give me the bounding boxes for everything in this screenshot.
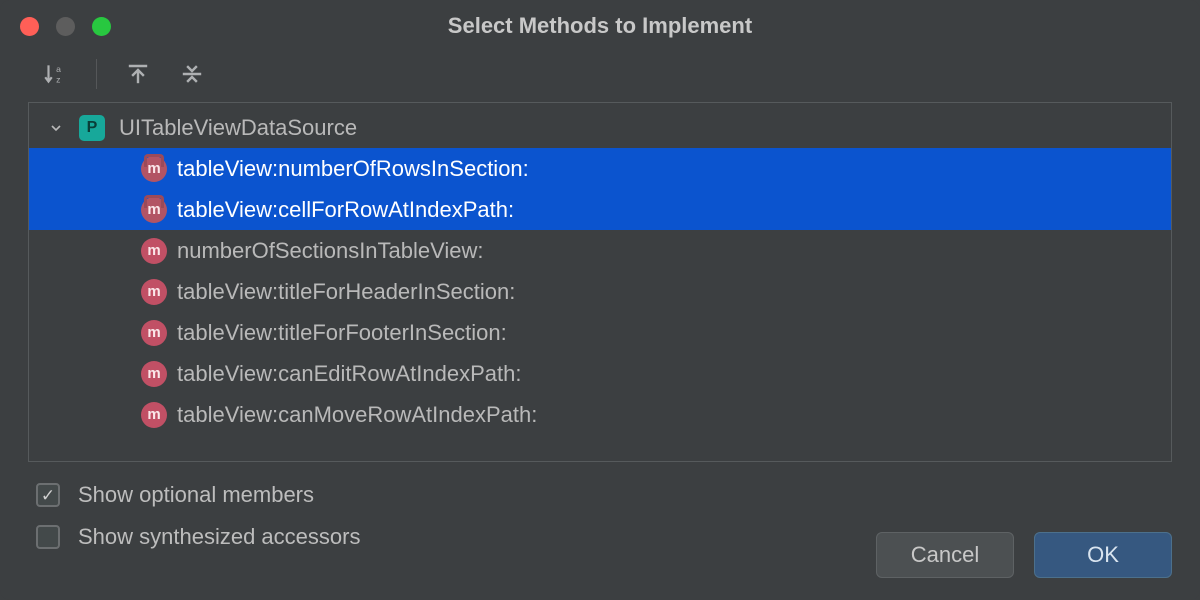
method-label: tableView:canMoveRowAtIndexPath: bbox=[177, 402, 537, 428]
protocol-badge-icon: P bbox=[79, 115, 105, 141]
method-badge-icon: m bbox=[141, 402, 167, 428]
collapse-all-icon[interactable] bbox=[179, 61, 205, 87]
toolbar-separator bbox=[96, 59, 97, 89]
minimize-window-icon bbox=[56, 17, 75, 36]
show-optional-checkbox-row[interactable]: Show optional members bbox=[36, 482, 1172, 508]
method-label: numberOfSectionsInTableView: bbox=[177, 238, 484, 264]
method-label: tableView:canEditRowAtIndexPath: bbox=[177, 361, 521, 387]
method-label: tableView:titleForFooterInSection: bbox=[177, 320, 507, 346]
method-list[interactable]: P UITableViewDataSource m tableView:numb… bbox=[28, 102, 1172, 462]
traffic-lights bbox=[0, 17, 111, 36]
method-badge-icon: m bbox=[141, 238, 167, 264]
titlebar: Select Methods to Implement bbox=[0, 0, 1200, 52]
dialog-title: Select Methods to Implement bbox=[0, 13, 1200, 39]
method-badge-icon: m bbox=[141, 197, 167, 223]
method-row[interactable]: m tableView:titleForFooterInSection: bbox=[29, 312, 1171, 353]
method-badge-icon: m bbox=[141, 320, 167, 346]
expand-all-icon[interactable] bbox=[125, 61, 151, 87]
dialog-footer: Show optional members Show synthesized a… bbox=[0, 462, 1200, 600]
method-row[interactable]: m tableView:canMoveRowAtIndexPath: bbox=[29, 394, 1171, 435]
dialog-window: Select Methods to Implement a z bbox=[0, 0, 1200, 600]
method-badge-icon: m bbox=[141, 279, 167, 305]
show-optional-checkbox[interactable] bbox=[36, 483, 60, 507]
method-row[interactable]: m numberOfSectionsInTableView: bbox=[29, 230, 1171, 271]
show-synthesized-checkbox[interactable] bbox=[36, 525, 60, 549]
method-row[interactable]: m tableView:titleForHeaderInSection: bbox=[29, 271, 1171, 312]
method-label: tableView:cellForRowAtIndexPath: bbox=[177, 197, 514, 223]
svg-text:a: a bbox=[56, 64, 61, 74]
method-badge-icon: m bbox=[141, 156, 167, 182]
toolbar: a z bbox=[0, 52, 1200, 102]
ok-button[interactable]: OK bbox=[1034, 532, 1172, 578]
sort-az-icon[interactable]: a z bbox=[42, 61, 68, 87]
cancel-button[interactable]: Cancel bbox=[876, 532, 1014, 578]
show-synthesized-label: Show synthesized accessors bbox=[78, 524, 360, 550]
method-badge-icon: m bbox=[141, 361, 167, 387]
protocol-name: UITableViewDataSource bbox=[119, 115, 357, 141]
protocol-row[interactable]: P UITableViewDataSource bbox=[29, 107, 1171, 148]
method-label: tableView:numberOfRowsInSection: bbox=[177, 156, 529, 182]
method-label: tableView:titleForHeaderInSection: bbox=[177, 279, 515, 305]
svg-text:z: z bbox=[56, 75, 60, 85]
method-row[interactable]: m tableView:canEditRowAtIndexPath: bbox=[29, 353, 1171, 394]
method-row[interactable]: m tableView:numberOfRowsInSection: bbox=[29, 148, 1171, 189]
maximize-window-icon[interactable] bbox=[92, 17, 111, 36]
show-optional-label: Show optional members bbox=[78, 482, 314, 508]
close-window-icon[interactable] bbox=[20, 17, 39, 36]
chevron-down-icon[interactable] bbox=[47, 119, 65, 137]
method-row[interactable]: m tableView:cellForRowAtIndexPath: bbox=[29, 189, 1171, 230]
